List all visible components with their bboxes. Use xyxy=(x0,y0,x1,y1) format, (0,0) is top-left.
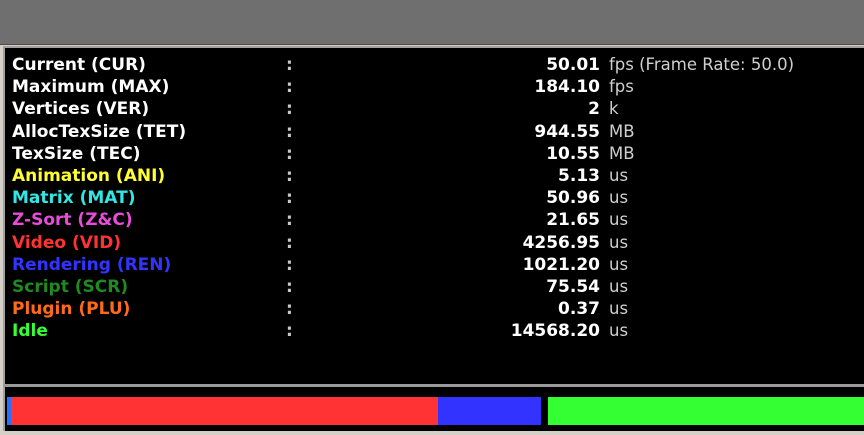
stat-unit: us xyxy=(609,210,629,230)
stat-row-video: Video (VID) : 4256.95 us xyxy=(9,232,864,254)
stat-separator: : xyxy=(286,299,293,320)
stat-unit: us xyxy=(609,254,629,274)
stat-separator: : xyxy=(286,165,293,186)
title-bar[interactable] xyxy=(0,0,864,45)
stat-separator: : xyxy=(286,55,293,75)
stat-row-tex-size: TexSize (TEC) : 10.55 MB xyxy=(9,143,864,165)
stat-separator: : xyxy=(286,188,293,209)
stat-value: 1021.20 xyxy=(522,254,600,275)
stat-name: Z-Sort (Z&C) xyxy=(12,210,133,231)
window-bottom-edge xyxy=(0,431,864,435)
timing-bar xyxy=(7,397,864,425)
stat-name: Idle xyxy=(12,321,48,342)
stat-name: Current (CUR) xyxy=(12,55,146,75)
stat-value: 10.55 xyxy=(546,143,600,164)
stat-value: 50.01 xyxy=(546,55,600,75)
stat-separator: : xyxy=(286,143,293,164)
stat-value: 0.37 xyxy=(558,299,600,320)
stat-row-z-sort: Z-Sort (Z&C) : 21.65 us xyxy=(9,209,864,231)
stat-row-vertices: Vertices (VER) : 2 k xyxy=(9,98,864,120)
stat-name: Rendering (REN) xyxy=(12,254,172,275)
stat-unit: us xyxy=(609,321,629,341)
stat-separator: : xyxy=(286,77,293,98)
statistics-panel: Current (CUR) : 50.01 fps (Frame Rate: 5… xyxy=(3,46,864,435)
stat-value: 944.55 xyxy=(534,121,600,142)
stat-row-alloc-tex-size: AllocTexSize (TET) : 944.55 MB xyxy=(9,121,864,143)
stat-name: Matrix (MAT) xyxy=(12,188,136,209)
stat-unit: MB xyxy=(609,143,635,163)
stat-row-matrix: Matrix (MAT) : 50.96 us xyxy=(9,187,864,209)
stat-unit: k xyxy=(609,99,619,119)
stat-row-current: Current (CUR) : 50.01 fps (Frame Rate: 5… xyxy=(9,54,864,76)
stat-separator: : xyxy=(286,321,293,342)
stat-row-maximum: Maximum (MAX) : 184.10 fps xyxy=(9,76,864,98)
stat-name: Maximum (MAX) xyxy=(12,77,170,98)
stat-row-script: Script (SCR) : 75.54 us xyxy=(9,276,864,298)
timing-segment-video-vid xyxy=(7,397,438,425)
stat-value: 184.10 xyxy=(534,77,600,98)
stat-unit: MB xyxy=(609,121,635,141)
stat-value: 2 xyxy=(588,99,600,120)
stat-row-rendering: Rendering (REN) : 1021.20 us xyxy=(9,254,864,276)
stat-name: Vertices (VER) xyxy=(12,99,150,120)
stat-name: AllocTexSize (TET) xyxy=(12,121,187,142)
timing-segment-rendering-ren xyxy=(438,397,541,425)
stat-value: 75.54 xyxy=(546,276,600,297)
stat-value: 4256.95 xyxy=(522,232,600,253)
stat-value: 50.96 xyxy=(546,188,600,209)
stat-unit: fps xyxy=(609,77,634,97)
stat-unit: us xyxy=(609,165,629,185)
stat-unit: fps (Frame Rate: 50.0) xyxy=(609,55,795,74)
stat-unit: us xyxy=(609,232,629,252)
stat-name: Script (SCR) xyxy=(12,276,129,297)
stat-name: Video (VID) xyxy=(12,232,122,253)
stat-name: TexSize (TEC) xyxy=(12,143,141,164)
stat-unit: us xyxy=(609,299,629,319)
timing-segment-script-scr xyxy=(541,397,548,425)
panel-divider xyxy=(3,384,864,387)
stat-value: 21.65 xyxy=(546,210,600,231)
stat-row-animation: Animation (ANI) : 5.13 us xyxy=(9,165,864,187)
stat-value: 5.13 xyxy=(558,165,600,186)
stat-separator: : xyxy=(286,121,293,142)
stat-unit: us xyxy=(609,188,629,208)
stat-separator: : xyxy=(286,254,293,275)
stat-separator: : xyxy=(286,99,293,120)
stat-name: Animation (ANI) xyxy=(12,165,166,186)
timing-segment-idle xyxy=(548,397,864,425)
stat-separator: : xyxy=(286,232,293,253)
stat-name: Plugin (PLU) xyxy=(12,299,131,320)
stat-row-idle: Idle : 14568.20 us xyxy=(9,320,864,342)
stat-separator: : xyxy=(286,276,293,297)
stat-unit: us xyxy=(609,276,629,296)
stat-separator: : xyxy=(286,210,293,231)
timing-bar-cursor xyxy=(7,397,11,425)
stat-row-plugin: Plugin (PLU) : 0.37 us xyxy=(9,298,864,320)
stat-value: 14568.20 xyxy=(510,321,600,342)
statistics-window: Current (CUR) : 50.01 fps (Frame Rate: 5… xyxy=(0,0,864,435)
statistics-list: Current (CUR) : 50.01 fps (Frame Rate: 5… xyxy=(9,54,864,342)
